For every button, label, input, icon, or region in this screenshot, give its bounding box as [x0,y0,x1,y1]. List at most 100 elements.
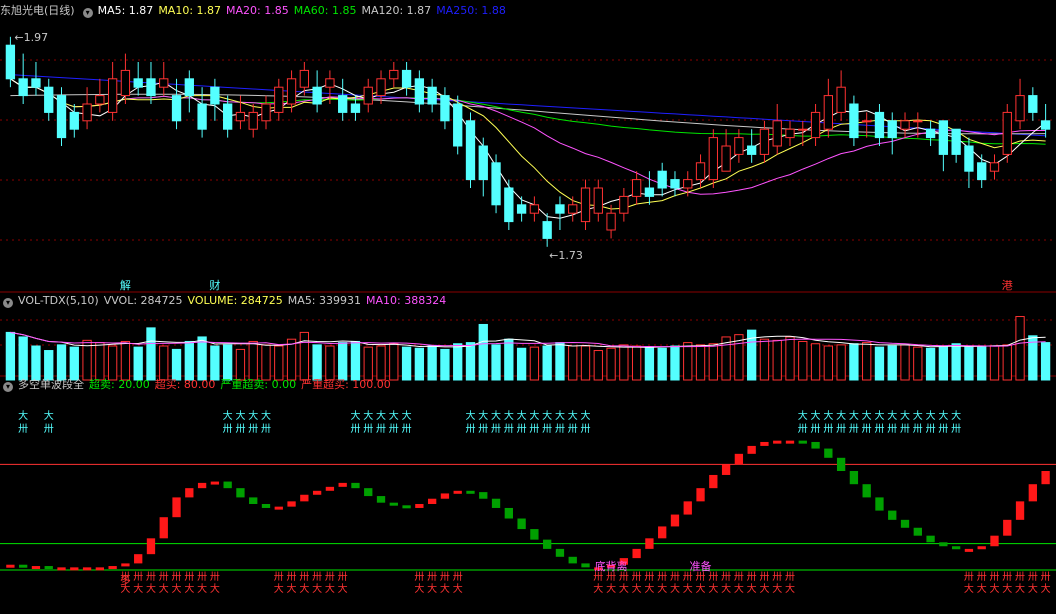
wave-segment [632,548,641,559]
volume-bar [951,343,961,381]
signal-red-top: 卅 [197,571,207,583]
indicator-annotation: 准备 [690,559,712,573]
signal-cyan-bottom: 卅 [223,423,233,435]
signal-red-bottom: 大 [159,582,169,595]
signal-red-top: 卅 [670,571,680,583]
wave-segment [645,538,654,549]
candle-body [465,120,476,181]
candle-body [18,78,28,97]
signal-red-bottom: 大 [977,582,987,595]
candle-body [274,86,284,113]
ind-label: 超卖: 20.00 [89,378,150,391]
volume-bar [299,331,309,381]
signal-cyan-top: 大 [938,409,948,422]
wave-segment [44,566,53,570]
signal-red-bottom: 大 [146,582,156,595]
indicator-annotation: 底背离 [595,559,628,573]
candle [836,70,846,121]
signal-red-top: 卅 [172,571,182,583]
candle-body [593,187,603,214]
wave-segment [108,566,117,570]
volume-bar [31,345,41,381]
wave-segment [415,504,424,508]
ma-label: MA10: 1.87 [158,4,222,17]
candle-body [913,120,923,123]
signal-red-top: 卅 [210,571,220,583]
volume-bar [913,346,923,381]
signal-cyan-bottom: 卅 [363,423,373,435]
signal-red-bottom: 大 [299,582,309,595]
candle [338,78,348,121]
signal-red-bottom: 大 [683,582,693,595]
candle [427,78,437,113]
signal-red-bottom: 大 [593,582,603,595]
signal-red-top: 卅 [759,571,769,583]
wave-segment [159,517,168,539]
signal-cyan-top: 大 [376,409,386,422]
volume-bar [593,350,603,381]
signal-cyan-top: 大 [465,409,475,422]
candle [31,62,41,96]
volume-bar [989,345,1000,381]
event-marker: 解 [120,278,131,292]
signal-red-top: 卅 [721,571,731,583]
candle-body [363,86,373,105]
signal-cyan-top: 大 [887,409,897,422]
vol-label: VVOL: 284725 [103,294,183,307]
candle-body [389,69,399,80]
volume-settings-button[interactable]: ▾ [3,298,13,308]
candle-body [644,187,655,197]
signal-red-bottom: 大 [1002,582,1012,595]
candle-body [146,78,156,97]
wave-segment [325,486,335,491]
indicator-settings-button[interactable]: ▾ [3,382,13,392]
wave-segment [491,498,501,508]
signal-red-top: 卅 [989,571,999,583]
volume-bar [171,348,182,381]
volume-bar [223,344,233,381]
signal-red-top: 卅 [427,571,437,583]
candle [312,70,322,113]
event-marker: 财 [209,278,220,292]
signal-cyan-top: 大 [862,409,872,422]
main-settings-button[interactable]: ▾ [82,8,93,18]
signal-red-bottom: 大 [747,582,757,595]
wave-segment [900,519,910,528]
wave-segment [555,548,565,557]
indicator-annotation: 多 [120,573,131,587]
candle [478,137,488,197]
candle-body [657,170,667,189]
signal-red-bottom: 大 [785,582,795,595]
candle [849,95,859,146]
volume-bar [427,345,437,381]
signal-red-bottom: 大 [759,582,769,595]
signal-red-top: 卅 [312,571,322,583]
candle-body [235,111,246,122]
signal-red-bottom: 大 [644,582,654,595]
volume-bar [631,345,642,381]
candle [414,70,425,113]
signal-red-bottom: 大 [606,582,616,595]
signal-red-top: 卅 [159,571,169,583]
volume-bar [325,345,335,381]
volume-bar [862,342,872,381]
ma-legend: MA5: 1.87 MA10: 1.87 MA20: 1.85 MA60: 1.85 M… [98,4,511,17]
signal-cyan-bottom: 卅 [248,423,258,435]
volume-bar [836,344,846,381]
candle [989,154,1000,180]
candle-body [69,111,79,130]
signal-cyan-top: 大 [913,409,923,422]
signal-red-bottom: 大 [172,582,182,595]
volume-bar [274,345,284,381]
signal-cyan-top: 大 [849,409,859,422]
wave-segment [466,490,475,494]
volume-bar [504,338,514,381]
volume-bar [210,345,220,381]
signal-cyan-bottom: 卅 [887,423,897,435]
wave-segment [670,514,680,527]
signal-red-top: 卅 [274,571,284,583]
wave-segment [964,548,974,552]
wave-segment [338,482,347,487]
candle-body [989,162,1000,172]
wave-segment [913,527,922,536]
